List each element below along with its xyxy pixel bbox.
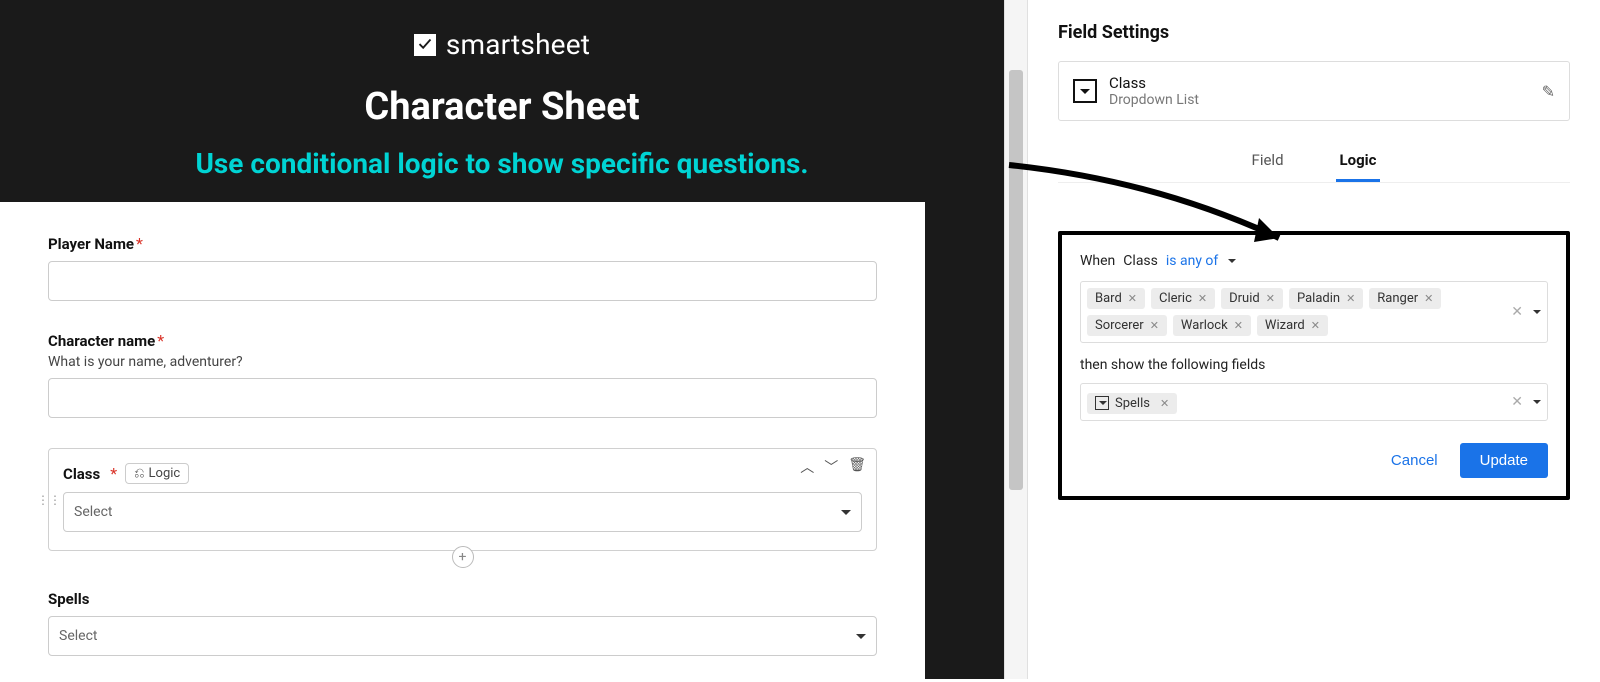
chevron-down-icon [856, 634, 866, 639]
remove-icon[interactable]: ✕ [1160, 397, 1169, 410]
show-field-chip[interactable]: Spells✕ [1087, 393, 1177, 414]
cancel-button[interactable]: Cancel [1379, 443, 1450, 478]
condition-operator[interactable]: is any of [1166, 253, 1218, 269]
value-chip[interactable]: Paladin✕ [1289, 288, 1363, 309]
remove-icon[interactable]: ✕ [1128, 292, 1137, 305]
brand-name: smartsheet [446, 28, 590, 61]
then-label: then show the following fields [1080, 357, 1548, 373]
tabs: Field Logic [1058, 143, 1570, 183]
field-help: What is your name, adventurer? [48, 354, 877, 370]
annotation-text: Use conditional logic to show specific q… [0, 147, 1004, 180]
field-summary-type: Dropdown List [1109, 92, 1199, 108]
required-mark: * [110, 464, 117, 483]
edit-icon[interactable]: ✎ [1542, 82, 1555, 101]
required-mark: * [136, 234, 143, 253]
chevron-down-icon[interactable] [1533, 310, 1541, 314]
tab-field[interactable]: Field [1248, 143, 1288, 182]
chevron-down-icon [841, 510, 851, 515]
logic-icon: ⎌ [134, 466, 144, 481]
field-class-selected[interactable]: ⋮⋮ ︿ ﹀ 🗑 Class* ⎌ Logic Select [48, 448, 877, 551]
field-spells[interactable]: Spells Select [48, 589, 877, 656]
value-chip[interactable]: Cleric✕ [1151, 288, 1215, 309]
remove-icon[interactable]: ✕ [1424, 292, 1433, 305]
value-chip[interactable]: Ranger✕ [1369, 288, 1441, 309]
required-mark: * [157, 331, 164, 350]
smartsheet-logo-icon [414, 34, 436, 56]
value-chip[interactable]: Wizard✕ [1257, 315, 1328, 336]
remove-icon[interactable]: ✕ [1266, 292, 1275, 305]
logic-chip[interactable]: ⎌ Logic [125, 463, 189, 484]
remove-icon[interactable]: ✕ [1198, 292, 1207, 305]
form-preview: smartsheet Character Sheet Use condition… [0, 0, 1004, 679]
player-name-input[interactable] [48, 261, 877, 301]
panel-title: Field Settings [1058, 22, 1570, 43]
field-character-name[interactable]: Character name* What is your name, adven… [48, 331, 877, 418]
field-settings-panel: Field Settings Class Dropdown List ✎ Fie… [1028, 0, 1600, 679]
class-select[interactable]: Select [63, 492, 862, 532]
move-down-icon[interactable]: ﹀ [824, 457, 838, 477]
field-label: Class [63, 465, 100, 483]
chevron-down-icon[interactable] [1533, 400, 1541, 404]
brand-logo: smartsheet [0, 28, 1004, 61]
show-fields-box[interactable]: Spells✕ ✕ [1080, 383, 1548, 421]
remove-icon[interactable]: ✕ [1150, 319, 1159, 332]
field-player-name[interactable]: Player Name* [48, 234, 877, 301]
add-field-button[interactable]: + [452, 546, 474, 568]
condition-values-box[interactable]: Bard✕ Cleric✕ Druid✕ Paladin✕ Ranger✕ Sorcere… [1080, 281, 1548, 343]
remove-icon[interactable]: ✕ [1311, 319, 1320, 332]
field-summary-name: Class [1109, 74, 1199, 92]
field-label: Character name [48, 332, 155, 350]
logic-rule-box: When Class is any of Bard✕ Cleric✕ Druid✕ P… [1058, 231, 1570, 500]
dropdown-icon [1095, 396, 1109, 410]
value-chip[interactable]: Warlock✕ [1173, 315, 1251, 336]
character-name-input[interactable] [48, 378, 877, 418]
move-up-icon[interactable]: ︿ [800, 457, 814, 477]
dropdown-icon [1073, 79, 1097, 103]
tab-logic[interactable]: Logic [1336, 143, 1381, 182]
field-label: Player Name [48, 235, 134, 253]
condition-line: When Class is any of [1080, 253, 1548, 269]
field-summary-card[interactable]: Class Dropdown List ✎ [1058, 61, 1570, 121]
clear-icon[interactable]: ✕ [1511, 304, 1523, 320]
scrollbar[interactable] [1004, 0, 1028, 679]
form-card: Player Name* Character name* What is you… [0, 202, 925, 682]
form-title: Character Sheet [0, 85, 1004, 129]
value-chip[interactable]: Bard✕ [1087, 288, 1145, 309]
drag-handle-icon[interactable]: ⋮⋮ [37, 497, 61, 503]
remove-icon[interactable]: ✕ [1234, 319, 1243, 332]
value-chip[interactable]: Druid✕ [1221, 288, 1283, 309]
value-chip[interactable]: Sorcerer✕ [1087, 315, 1167, 336]
clear-icon[interactable]: ✕ [1511, 394, 1523, 410]
scroll-thumb[interactable] [1009, 70, 1023, 490]
remove-icon[interactable]: ✕ [1346, 292, 1355, 305]
update-button[interactable]: Update [1460, 443, 1548, 478]
delete-icon[interactable]: 🗑 [848, 457, 866, 477]
field-label: Spells [48, 590, 89, 608]
spells-select[interactable]: Select [48, 616, 877, 656]
chevron-down-icon[interactable] [1228, 259, 1236, 263]
